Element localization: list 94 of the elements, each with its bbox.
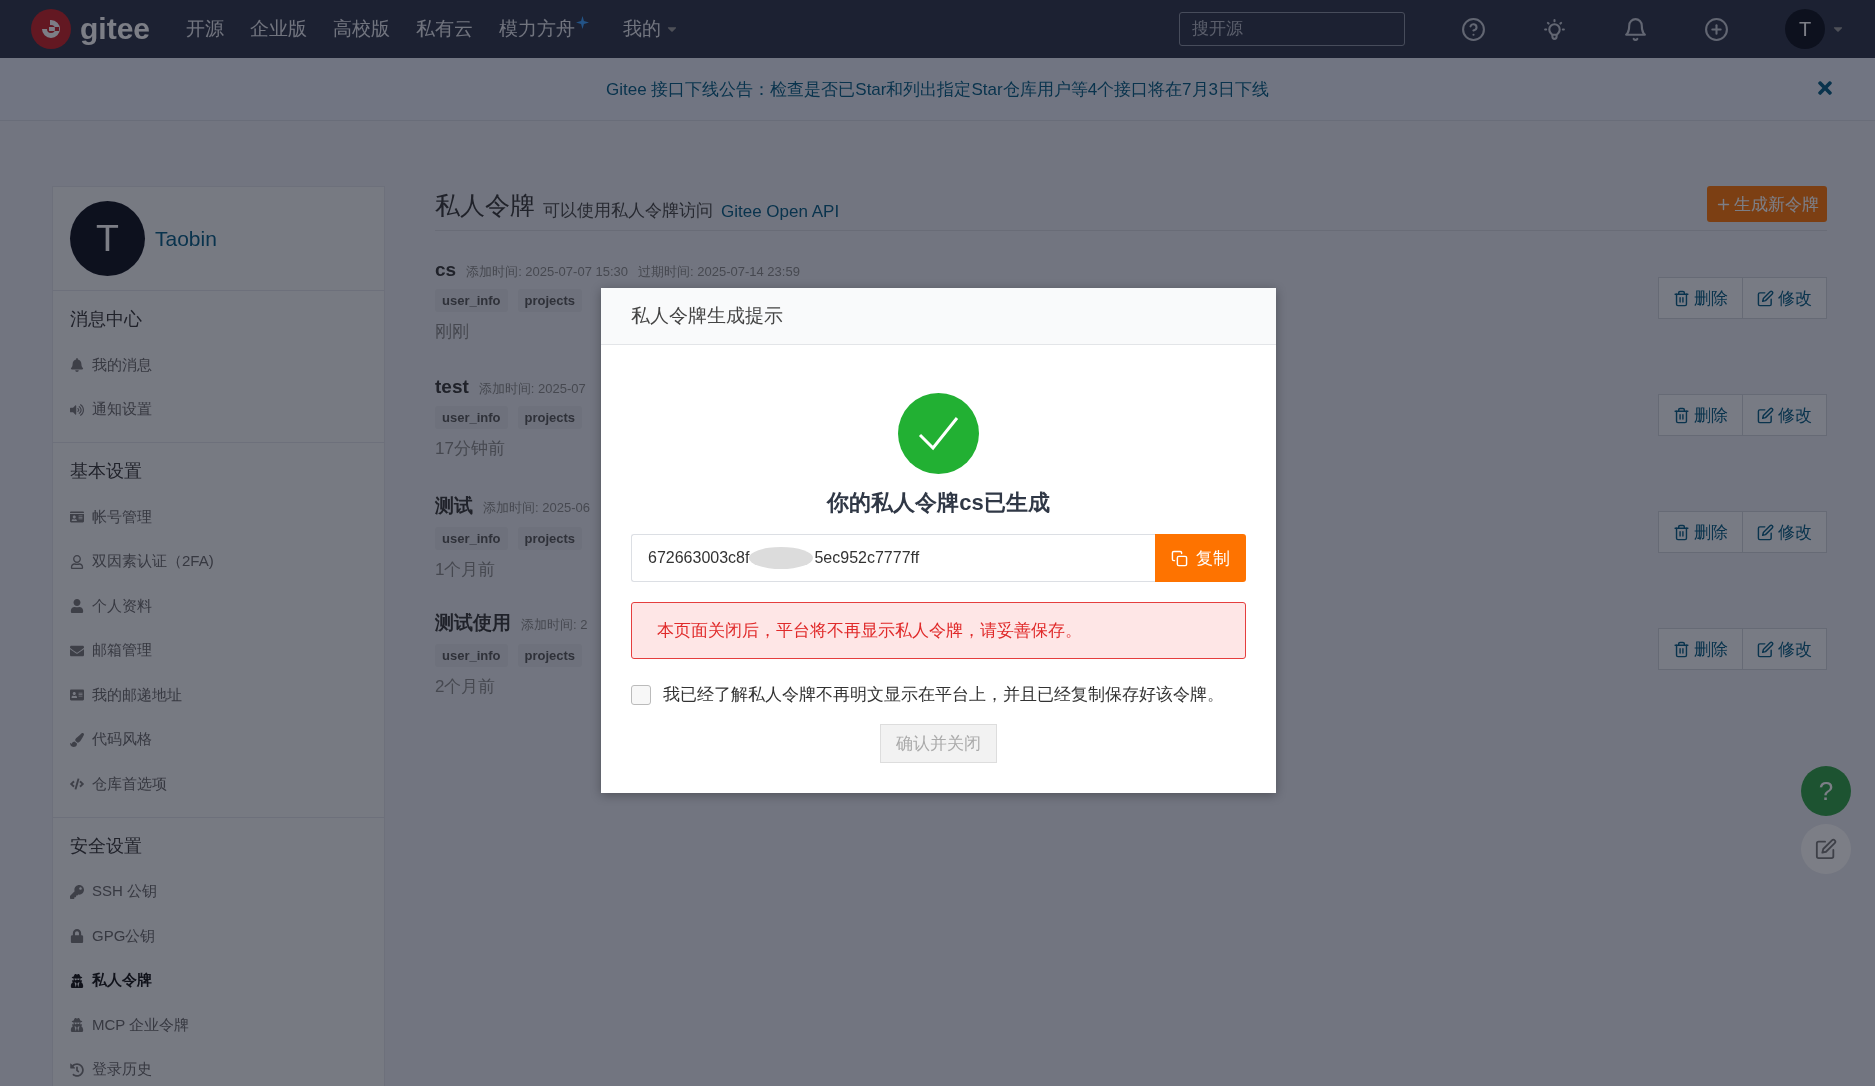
nav-link[interactable]: 私有云 (416, 16, 474, 42)
section-title: 消息中心 (70, 308, 143, 331)
lightbulb-icon[interactable] (1542, 16, 1567, 42)
sidebar-item[interactable]: 我的消息 (70, 343, 384, 388)
user-outline-icon (70, 554, 84, 569)
history-icon (70, 1062, 84, 1077)
sidebar-item[interactable]: SSH 公钥 (70, 869, 384, 914)
section-title: 基本设置 (70, 460, 143, 483)
token-name: 测试使用 (435, 611, 511, 635)
search-field[interactable]: 搜开源 (1179, 12, 1405, 46)
scope-tag: projects (517, 527, 583, 550)
sidebar-item[interactable]: 双因素认证（2FA) (70, 539, 384, 584)
scope-tag: projects (517, 644, 583, 667)
trash-icon (1673, 640, 1690, 658)
scope-tag: projects (517, 289, 583, 312)
spy-icon (70, 1018, 84, 1033)
edit-button[interactable]: 修改 (1743, 628, 1827, 670)
delete-button[interactable]: 删除 (1658, 394, 1743, 436)
delete-button[interactable]: 删除 (1658, 277, 1743, 319)
help-icon[interactable] (1461, 16, 1486, 42)
nav-link[interactable]: 高校版 (333, 16, 391, 42)
feedback-button[interactable] (1801, 824, 1851, 874)
token-name: cs (435, 259, 457, 281)
api-link[interactable]: Gitee Open API (721, 202, 840, 222)
id-card-icon (70, 510, 84, 525)
sidebar-item[interactable]: 邮箱管理 (70, 628, 384, 673)
edit-button[interactable]: 修改 (1743, 277, 1827, 319)
edit-icon (1757, 289, 1774, 307)
new-token-button[interactable]: 生成新令牌 (1707, 186, 1827, 222)
bell-icon (70, 358, 84, 373)
scope-tag: projects (517, 406, 583, 429)
copy-icon (1171, 549, 1188, 567)
scope-tag: user_info (435, 289, 508, 312)
logo-icon[interactable] (30, 8, 72, 50)
scope-tag: user_info (435, 527, 508, 550)
plus-icon[interactable] (1704, 16, 1729, 42)
trash-icon (1673, 406, 1690, 424)
sidebar-item[interactable]: 仓库首选项 (70, 762, 384, 807)
username-link[interactable]: Taobin (155, 226, 217, 251)
edit-button[interactable]: 修改 (1743, 394, 1827, 436)
nav-link[interactable]: 企业版 (250, 16, 308, 42)
sidebar-item[interactable]: MCP 企业令牌 (70, 1003, 384, 1048)
dialog-title: 私人令牌生成提示 (631, 304, 783, 328)
sidebar-item[interactable]: 我的邮递地址 (70, 673, 384, 718)
key-icon (70, 884, 84, 899)
delete-button[interactable]: 删除 (1658, 628, 1743, 670)
scope-tag: user_info (435, 406, 508, 429)
nav-link[interactable]: 模力方舟 (499, 16, 590, 42)
sparkle-icon (576, 16, 590, 29)
page-title: 私人令牌 (435, 190, 535, 221)
speaker-icon (70, 402, 84, 417)
announcement-text[interactable]: Gitee 接口下线公告：检查是否已Star和列出指定Star仓库用户等4个接口将在7月3日下线 (605, 77, 1270, 101)
sidebar-item[interactable]: 私人令牌 (70, 958, 384, 1003)
copy-button[interactable]: 复制 (1155, 534, 1246, 582)
delete-button[interactable]: 删除 (1658, 511, 1743, 553)
close-icon[interactable] (1815, 78, 1835, 98)
sidebar-item[interactable]: 帐号管理 (70, 495, 384, 540)
envelope-icon (70, 643, 84, 658)
notification-icon[interactable] (1623, 16, 1648, 42)
nav-link[interactable]: 开源 (186, 16, 225, 42)
nav-dropdown[interactable]: 我的 (623, 16, 680, 42)
sidebar-item[interactable]: 个人资料 (70, 584, 384, 629)
code-icon (70, 777, 84, 792)
trash-icon (1673, 523, 1690, 541)
token-name: 测试 (435, 494, 473, 518)
checkbox-label[interactable]: 我已经了解私人令牌不再明文显示在平台上，并且已经复制保存好该令牌。 (663, 683, 1224, 706)
section-title: 安全设置 (70, 834, 143, 858)
logo-text[interactable]: gitee (80, 12, 151, 46)
user-avatar[interactable]: T (1785, 9, 1825, 49)
user-avatar[interactable]: T (70, 201, 145, 276)
edit-icon (1815, 838, 1837, 860)
success-check-icon (898, 393, 979, 474)
checkbox[interactable] (631, 684, 651, 705)
sidebar-item[interactable]: 通知设置 (70, 387, 384, 432)
lock-icon (70, 929, 84, 944)
sidebar-item[interactable]: GPG公钥 (70, 914, 384, 959)
token-field[interactable]: 672663003c8f 5ec952c7777ff (631, 534, 1155, 582)
edit-icon (1757, 406, 1774, 424)
warning-alert: 本页面关闭后，平台将不再显示私人令牌，请妥善保存。 (631, 602, 1246, 659)
sidebar-item[interactable]: 代码风格 (70, 717, 384, 762)
edit-icon (1757, 523, 1774, 541)
edit-icon (1757, 640, 1774, 658)
edit-button[interactable]: 修改 (1743, 511, 1827, 553)
sidebar-item[interactable]: 登录历史 (70, 1047, 384, 1086)
user-icon (70, 599, 84, 614)
page-subtitle: 可以使用私人令牌访问 (543, 200, 713, 222)
token-name: test (435, 376, 469, 398)
trash-icon (1673, 289, 1690, 307)
spy-icon (70, 973, 84, 988)
help-button[interactable]: ? (1801, 766, 1851, 816)
scope-tag: user_info (435, 644, 508, 667)
success-heading: 你的私人令牌cs已生成 (827, 489, 1050, 517)
brush-icon (70, 732, 84, 747)
address-card-icon (70, 688, 84, 703)
